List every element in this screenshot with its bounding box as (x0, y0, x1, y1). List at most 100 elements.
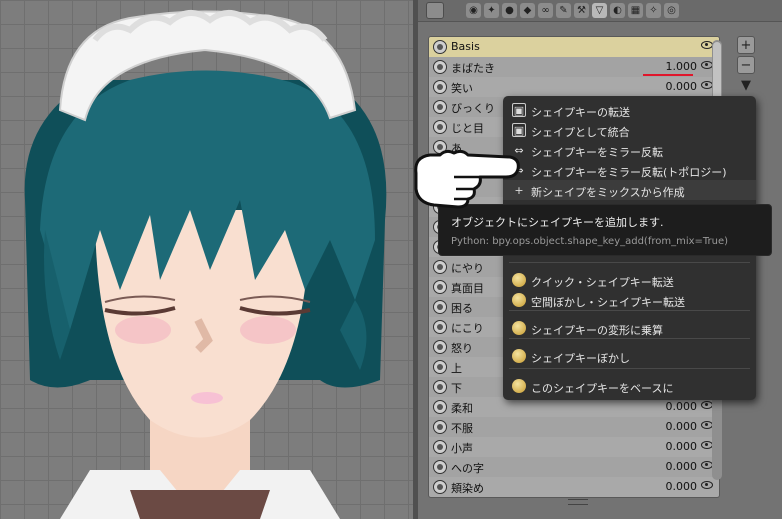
shape-key-icon (433, 80, 447, 94)
shape-key-name[interactable]: 上 (451, 360, 462, 376)
shape-key-icon (433, 380, 447, 394)
shape-key-icon (433, 60, 447, 74)
shape-key-name[interactable]: 不服 (451, 420, 473, 436)
menu-item[interactable]: ⇔ シェイプキーをミラー反転 (503, 140, 756, 160)
join-icon: ▣ (512, 123, 526, 137)
menu-item[interactable]: ▣ シェイプキーの転送 (503, 100, 756, 120)
menu-item[interactable]: クイック・シェイプキー転送 (503, 270, 756, 290)
physics-icon[interactable]: ◎ (664, 3, 679, 18)
shape-key-name[interactable]: じと目 (451, 120, 484, 136)
shape-key-name[interactable]: 小声 (451, 440, 473, 456)
menu-item-label: 空間ぼかし・シェイプキー転送 (531, 296, 685, 309)
shape-key-name[interactable]: 困る (451, 300, 473, 316)
multiply-icon (512, 321, 526, 335)
data-icon[interactable]: ▽ (592, 3, 607, 18)
shape-key-icon (433, 320, 447, 334)
blur-transfer-icon (512, 293, 526, 307)
object-icon[interactable]: ◆ (520, 3, 535, 18)
shape-key-name[interactable]: 頬染め (451, 480, 484, 496)
3d-viewport[interactable] (0, 0, 413, 519)
menu-separator (509, 262, 750, 263)
shape-key-value[interactable]: 0.000 (641, 80, 698, 93)
shape-key-name[interactable]: にやり (451, 260, 484, 276)
menu-item[interactable]: 空間ぼかし・シェイプキー転送 (503, 290, 756, 310)
hand-pointer-icon (414, 149, 520, 209)
shape-key-specials-button[interactable]: ▼ (737, 76, 755, 94)
add-shape-key-button[interactable]: + (737, 36, 755, 54)
menu-item-label: シェイプキーの変形に乗算 (531, 324, 663, 337)
shape-key-icon (433, 420, 447, 434)
value-highlight-underline (643, 74, 693, 76)
menu-item-label: シェイプキーをミラー反転 (531, 146, 663, 159)
menu-item[interactable]: + 新シェイプをミックスから作成 (503, 180, 756, 200)
shape-key-name[interactable]: にこり (451, 320, 484, 336)
menu-item-label: シェイプキーをミラー反転(トポロジー) (531, 166, 727, 179)
modifier-wrench-icon[interactable]: ⚒ (574, 3, 589, 18)
shape-key-value[interactable]: 0.000 (641, 460, 698, 473)
blur-icon (512, 349, 526, 363)
shape-key-icon (433, 260, 447, 274)
shape-key-icon (433, 100, 447, 114)
shape-key-icon (433, 300, 447, 314)
menu-item-label: シェイプとして統合 (531, 126, 630, 139)
menu-item[interactable]: ⇔シェイプキーをミラー反転(トポロジー) (503, 160, 756, 180)
remove-shape-key-button[interactable]: − (737, 56, 755, 74)
render-icon[interactable]: ◉ (466, 3, 481, 18)
menu-item-label: 新シェイプをミックスから作成 (531, 186, 685, 199)
material-icon[interactable]: ◐ (610, 3, 625, 18)
eye-icon[interactable] (701, 481, 713, 489)
menu-separator (509, 368, 750, 369)
shape-key-value[interactable]: 0.000 (641, 480, 698, 493)
plus-icon: + (740, 37, 752, 53)
texture-icon[interactable]: ▦ (628, 3, 643, 18)
menu-separator (509, 310, 750, 311)
shape-key-value[interactable]: 0.000 (641, 400, 698, 413)
shape-key-icon (433, 400, 447, 414)
shape-key-icon (433, 460, 447, 474)
shape-key-name[interactable]: まばたき (451, 60, 495, 76)
shape-key-icon (433, 280, 447, 294)
shape-key-name[interactable]: 怒り (451, 340, 473, 356)
shape-key-icon (433, 340, 447, 354)
editor-type-button[interactable] (426, 2, 444, 19)
minus-icon: − (740, 57, 752, 73)
shape-key-row[interactable]: Basis (429, 37, 719, 57)
shape-key-value[interactable]: 0.000 (641, 440, 698, 453)
shape-key-name[interactable]: への字 (451, 460, 484, 476)
shape-key-name[interactable]: びっくり (451, 100, 495, 116)
shape-key-name[interactable]: 下 (451, 380, 462, 396)
shape-key-name[interactable]: Basis (451, 40, 480, 53)
shape-key-icon (433, 360, 447, 374)
modifiers-icon[interactable]: ✎ (556, 3, 571, 18)
tooltip-python: Python: bpy.ops.object.shape_key_add(fro… (451, 236, 729, 247)
menu-item[interactable]: シェイプキーの変形に乗算 (503, 318, 756, 338)
menu-item[interactable]: シェイプキーぼかし (503, 346, 756, 366)
shape-key-row[interactable]: 柔和 0.000 (429, 397, 719, 417)
menu-separator (509, 338, 750, 339)
shape-key-name[interactable]: 真面目 (451, 280, 484, 296)
transfer-icon: ▣ (512, 103, 526, 117)
menu-item-label: クイック・シェイプキー転送 (531, 276, 674, 289)
shape-key-value[interactable]: 0.000 (641, 420, 698, 433)
tooltip-title: オブジェクトにシェイプキーを追加します. (451, 216, 664, 229)
properties-header: ◉ ✦ ● ◆ ∞ ✎ ⚒ ▽ ◐ ▦ ✧ ◎ (418, 0, 782, 22)
particles-icon[interactable]: ✧ (646, 3, 661, 18)
character-face (24, 10, 387, 519)
shape-key-icon (433, 440, 447, 454)
menu-item[interactable]: このシェイプキーをベースに (503, 376, 756, 396)
shape-key-name[interactable]: 笑い (451, 80, 473, 96)
menu-item-label: シェイプキーの転送 (531, 106, 630, 119)
shape-key-row[interactable]: への字 0.000 (429, 457, 719, 477)
shape-key-row[interactable]: 小声 0.000 (429, 437, 719, 457)
list-resize-grip[interactable] (568, 499, 588, 505)
world-icon[interactable]: ● (502, 3, 517, 18)
quick-transfer-icon (512, 273, 526, 287)
menu-item[interactable]: ▣ シェイプとして統合 (503, 120, 756, 140)
shape-key-name[interactable]: 柔和 (451, 400, 473, 416)
shape-key-row[interactable]: 不服 0.000 (429, 417, 719, 437)
scene-icon[interactable]: ✦ (484, 3, 499, 18)
shape-key-row[interactable]: 頬染め 0.000 (429, 477, 719, 497)
constraints-icon[interactable]: ∞ (538, 3, 553, 18)
shape-key-value[interactable]: 1.000 (641, 60, 698, 73)
shape-key-row[interactable]: 笑い 0.000 (429, 77, 719, 97)
